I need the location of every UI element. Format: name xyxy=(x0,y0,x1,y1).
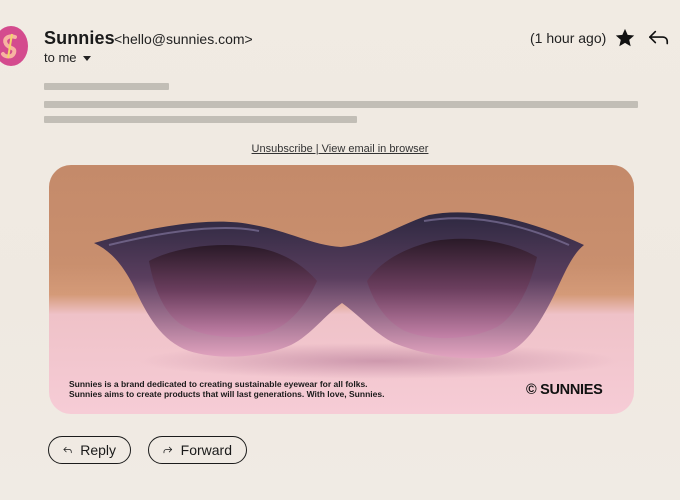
sender-email: <hello@sunnies.com> xyxy=(114,31,253,47)
reply-arrow-icon xyxy=(63,446,72,454)
forward-button[interactable]: Forward xyxy=(148,436,247,464)
brand-logo-text: © SUNNIES xyxy=(526,382,603,398)
reply-button[interactable]: Reply xyxy=(48,436,131,464)
caption-line-1: Sunnies is a brand dedicated to creating… xyxy=(69,379,368,389)
caption-line-2: Sunnies aims to create products that wil… xyxy=(69,389,385,399)
hero-image: Sunnies is a brand dedicated to creating… xyxy=(49,165,634,414)
star-icon[interactable] xyxy=(614,27,636,49)
sunnies-logo-icon xyxy=(1,33,17,59)
preview-placeholder-line xyxy=(44,116,357,123)
recipient-label: to me xyxy=(44,50,77,65)
forward-arrow-icon xyxy=(163,446,173,454)
reply-label: Reply xyxy=(80,442,116,458)
chevron-down-icon xyxy=(82,56,91,61)
recipient-dropdown[interactable]: to me xyxy=(44,50,91,65)
unsubscribe-link[interactable]: Unsubscribe | View email in browser xyxy=(252,143,429,155)
sender-avatar[interactable] xyxy=(0,26,28,66)
forward-label: Forward xyxy=(180,442,232,458)
unsubscribe-links: Unsubscribe | View email in browser xyxy=(0,143,680,155)
preview-placeholder-line xyxy=(44,101,638,108)
sender-name: Sunnies xyxy=(44,28,115,48)
timestamp: (1 hour ago) xyxy=(530,30,607,46)
reply-arrow-icon[interactable] xyxy=(648,28,670,48)
preview-placeholder-line xyxy=(44,83,169,90)
hero-caption: Sunnies is a brand dedicated to creating… xyxy=(69,379,384,399)
sunglasses-image xyxy=(94,212,619,379)
